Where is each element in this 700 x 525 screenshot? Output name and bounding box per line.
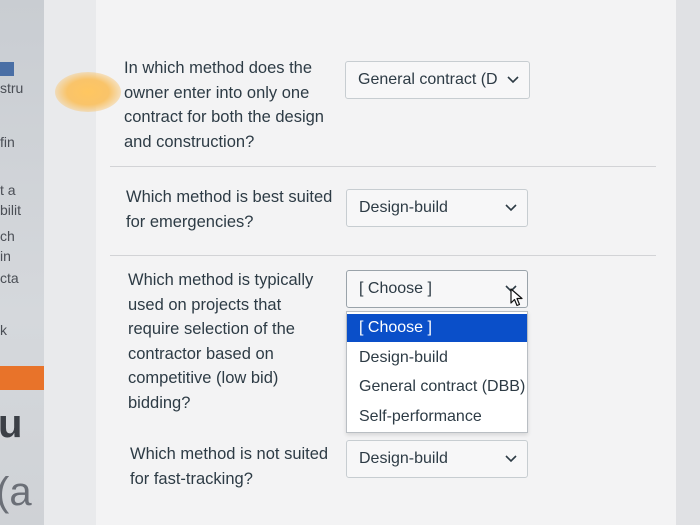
window-border (676, 0, 700, 525)
background-text: ch (0, 228, 15, 244)
question-4-answer-select[interactable]: Design-build (346, 440, 528, 478)
background-text: stru (0, 80, 24, 96)
question-line: owner enter into only one (124, 83, 310, 102)
question-3-options-list: [ Choose ] Design-build General contract… (346, 311, 528, 433)
background-text: bilit (0, 202, 22, 218)
question-4-text: Which method is not suited for fast-trac… (130, 442, 345, 491)
background-text: fin (0, 134, 15, 150)
select-value: Design-build (359, 199, 448, 216)
question-line: require selection of the (128, 320, 295, 338)
question-1-text: In which method does the owner enter int… (124, 56, 344, 154)
question-line: contractor based on (128, 344, 274, 363)
question-3-answer-select[interactable]: [ Choose ] (346, 270, 528, 308)
option-general-contract-dbb[interactable]: General contract (DBB) (347, 373, 527, 401)
question-divider (110, 255, 656, 256)
chevron-down-icon (505, 72, 521, 88)
background-accent-bar (0, 62, 14, 76)
background-text: in (0, 248, 11, 264)
question-2-answer-select[interactable]: Design-build (346, 189, 528, 227)
question-line: Which method is typically (128, 271, 314, 289)
background-text: t a (0, 182, 16, 198)
background-text: k (0, 322, 7, 338)
question-divider (110, 166, 656, 167)
question-line: for fast-tracking? (130, 469, 253, 488)
background-orange-bar (0, 366, 44, 390)
question-line: In which method does the (124, 59, 313, 77)
option-choose[interactable]: [ Choose ] (347, 314, 527, 342)
question-line: Which method is not suited (130, 445, 329, 463)
question-2-text: Which method is best suited for emergenc… (126, 185, 351, 234)
mouse-cursor-icon (510, 288, 524, 313)
option-design-build[interactable]: Design-build (347, 344, 527, 372)
chevron-down-icon (503, 200, 519, 216)
question-line: bidding? (128, 393, 191, 412)
select-value: General contract (D (358, 71, 498, 88)
select-value: [ Choose ] (359, 280, 432, 297)
background-text: u (0, 402, 23, 446)
option-self-performance[interactable]: Self-performance (347, 403, 527, 431)
question-line: for emergencies? (126, 212, 254, 231)
background-window: stru fin t a bilit ch in cta k u (a (0, 0, 44, 525)
question-line: and construction? (124, 132, 255, 151)
question-line: Which method is best suited (126, 188, 333, 206)
question-line: contract for both the design (124, 108, 324, 126)
question-1-answer-select[interactable]: General contract (D (345, 61, 530, 99)
background-text: (a (0, 470, 32, 514)
light-glare (55, 72, 121, 112)
question-3-text: Which method is typically used on projec… (128, 268, 343, 415)
select-value: Design-build (359, 450, 448, 467)
question-line: used on projects that (128, 295, 282, 314)
question-line: competitive (low bid) (128, 369, 279, 387)
background-text: cta (0, 270, 19, 286)
chevron-down-icon (503, 451, 519, 467)
